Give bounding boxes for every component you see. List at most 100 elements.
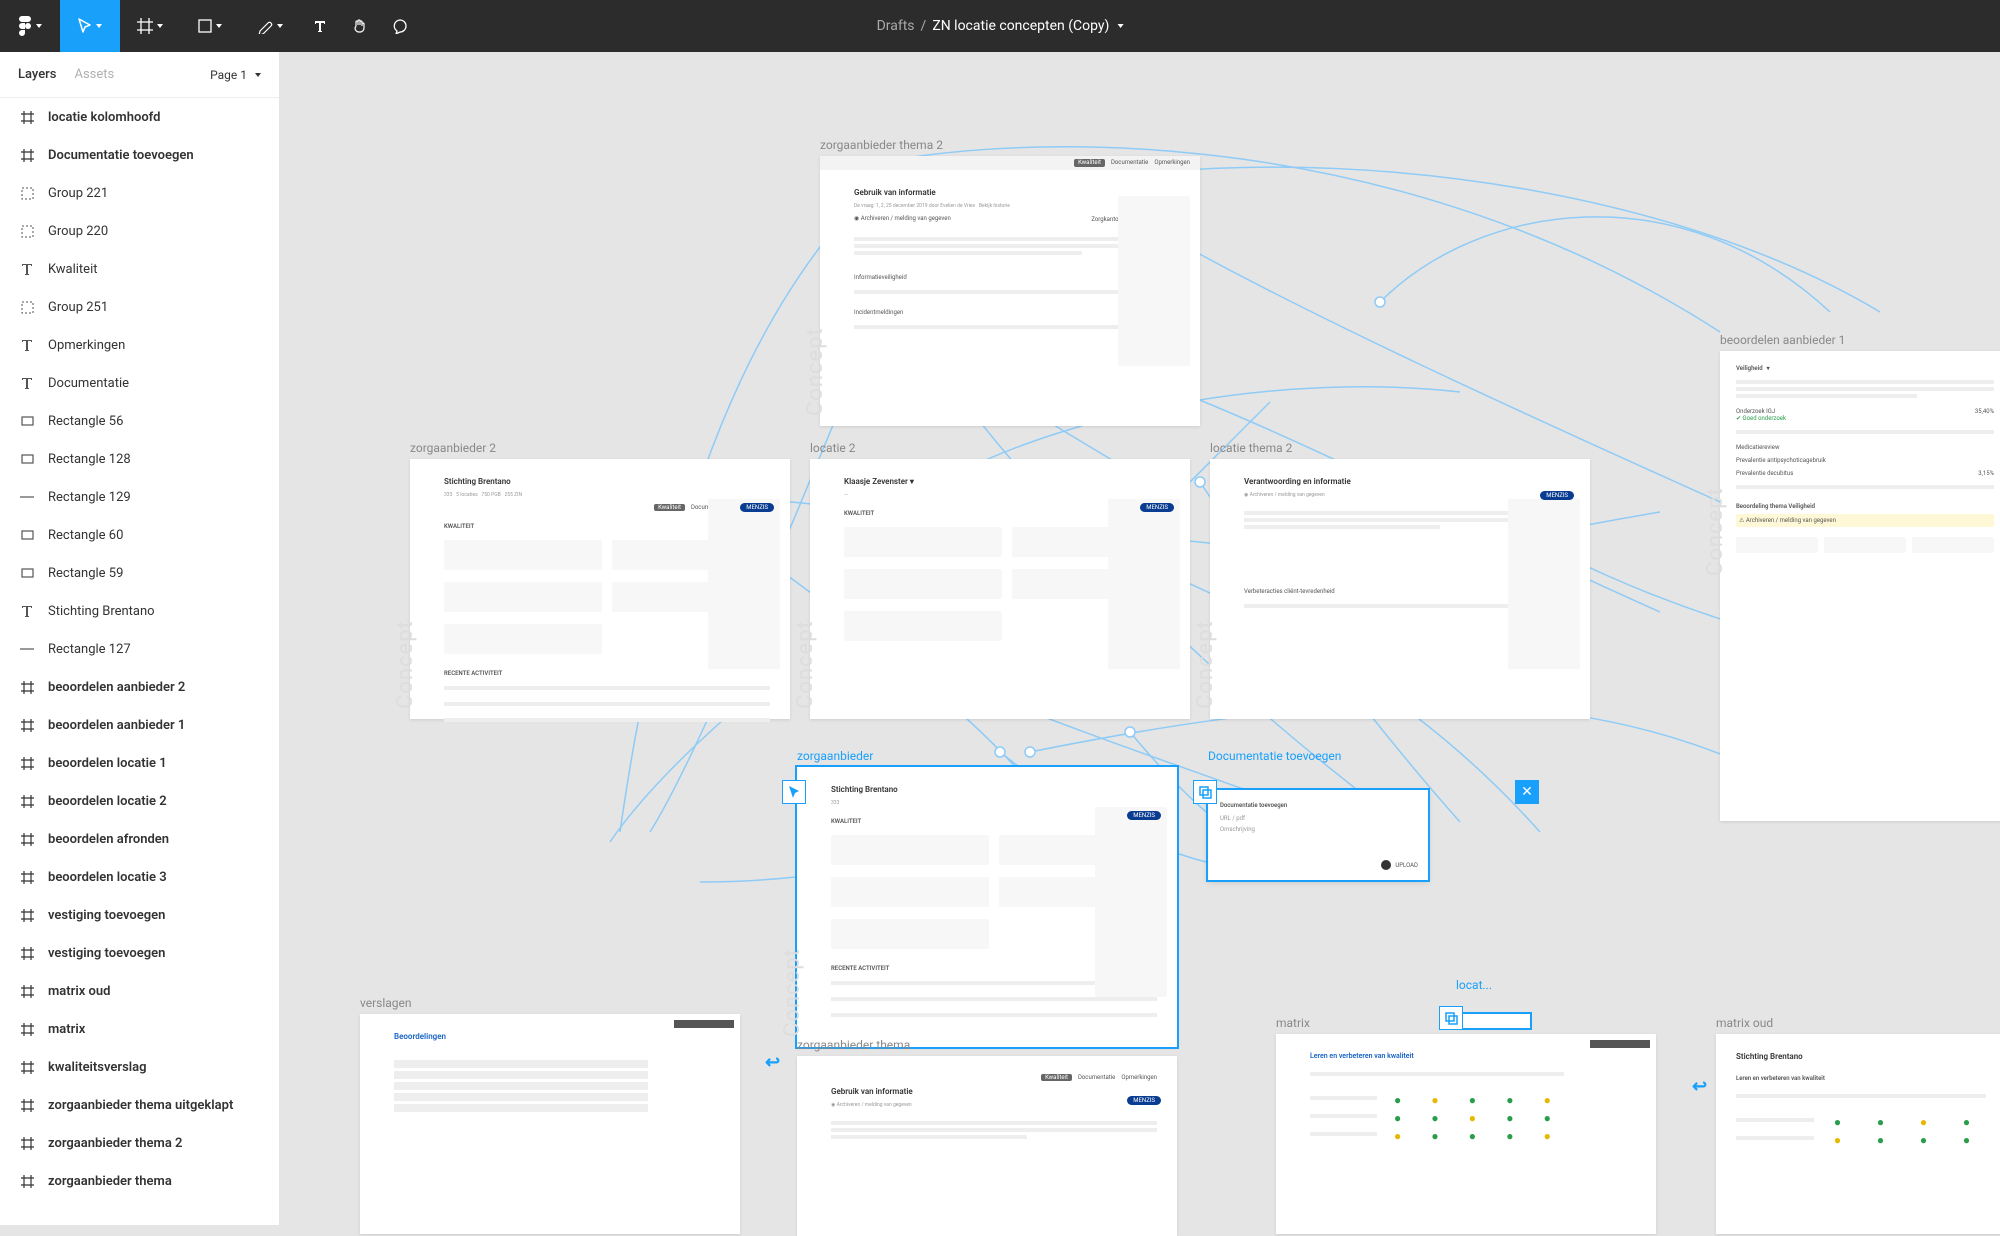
copy-icon[interactable]: [1193, 780, 1217, 804]
frame-label[interactable]: verslagen: [360, 996, 412, 1010]
frame-zorgaanbieder[interactable]: Concept Stichting Brentano 333 KWALITEIT…: [797, 767, 1177, 1047]
chevron-down-icon: [36, 24, 42, 28]
hand-tool-button[interactable]: [340, 0, 380, 52]
tab-assets[interactable]: Assets: [74, 67, 114, 82]
frame-icon: [18, 906, 36, 924]
text-icon: [18, 260, 36, 278]
comment-tool-button[interactable]: [380, 0, 420, 52]
breadcrumb-sep: /: [921, 18, 927, 34]
layer-row[interactable]: zorgaanbieder thema: [0, 1162, 279, 1200]
frame-label[interactable]: locatie 2: [810, 441, 856, 455]
layer-row[interactable]: Kwaliteit: [0, 250, 279, 288]
layer-row[interactable]: Opmerkingen: [0, 326, 279, 364]
frame-locatie-kolomhoofd[interactable]: [1456, 1014, 1530, 1028]
layer-row[interactable]: Rectangle 127: [0, 630, 279, 668]
frame-label[interactable]: beoordelen aanbieder 1: [1720, 333, 1845, 347]
layer-row[interactable]: Group 251: [0, 288, 279, 326]
frame-label[interactable]: locatie thema 2: [1210, 441, 1292, 455]
layer-row[interactable]: Rectangle 129: [0, 478, 279, 516]
text-icon: [18, 336, 36, 354]
layer-row[interactable]: beoordelen aanbieder 2: [0, 668, 279, 706]
shape-tool-button[interactable]: [180, 0, 240, 52]
layer-row[interactable]: Rectangle 59: [0, 554, 279, 592]
layer-row[interactable]: Rectangle 128: [0, 440, 279, 478]
layer-row[interactable]: beoordelen locatie 3: [0, 858, 279, 896]
layer-row[interactable]: matrix: [0, 1010, 279, 1048]
frame-matrix[interactable]: Leren en verbeteren van kwaliteit ●●●●● …: [1276, 1034, 1656, 1234]
layer-label: Rectangle 129: [48, 490, 131, 505]
layer-row[interactable]: beoordelen aanbieder 1: [0, 706, 279, 744]
layer-row[interactable]: beoordelen afronden: [0, 820, 279, 858]
breadcrumb-parent: Drafts: [877, 18, 915, 34]
back-arrow-icon[interactable]: ↩: [1692, 1076, 1707, 1097]
layer-label: Rectangle 127: [48, 642, 131, 657]
frame-beoordelen-aanbieder-1[interactable]: Concept Veiligheid ▾ Onderzoek IGJ35,40%…: [1720, 351, 2000, 821]
layer-label: Rectangle 56: [48, 414, 123, 429]
tab-layers[interactable]: Layers: [18, 67, 56, 82]
frame-zorgaanbieder-2[interactable]: Concept Stichting Brentano 333 5 locatie…: [410, 459, 790, 719]
layer-row[interactable]: zorgaanbieder thema 2: [0, 1124, 279, 1162]
layer-row[interactable]: Documentatie toevoegen: [0, 136, 279, 174]
pen-tool-button[interactable]: [240, 0, 300, 52]
layer-row[interactable]: matrix oud: [0, 972, 279, 1010]
frame-icon: [18, 108, 36, 126]
layer-row[interactable]: vestiging toevoegen: [0, 934, 279, 972]
breadcrumb-file: ZN locatie concepten (Copy): [932, 18, 1109, 34]
layer-label: beoordelen aanbieder 1: [48, 718, 185, 733]
pen-icon: [257, 18, 273, 34]
frame-verslagen[interactable]: Beoordelingen: [360, 1014, 740, 1234]
frame-title: Verantwoording en informatie: [1244, 477, 1570, 486]
frame-label[interactable]: zorgaanbieder thema: [797, 1038, 910, 1052]
frame-label[interactable]: Documentatie toevoegen: [1208, 749, 1341, 763]
canvas[interactable]: zorgaanbieder thema 2 Concept KwaliteitD…: [280, 52, 2000, 1225]
frame-matrix-oud[interactable]: Stichting Brentano Leren en verbeteren v…: [1716, 1034, 2000, 1234]
modal-title: Documentatie toevoegen: [1220, 802, 1416, 809]
back-arrow-icon[interactable]: ↩: [765, 1052, 780, 1073]
breadcrumb[interactable]: Drafts / ZN locatie concepten (Copy): [877, 0, 1124, 52]
move-handle-icon[interactable]: [782, 780, 806, 804]
layer-row[interactable]: Documentatie: [0, 364, 279, 402]
frame-label[interactable]: zorgaanbieder: [797, 749, 873, 763]
layer-row[interactable]: kwaliteitsverslag: [0, 1048, 279, 1086]
layer-row[interactable]: vestiging toevoegen: [0, 896, 279, 934]
chevron-down-icon: [277, 24, 283, 28]
frame-label[interactable]: matrix: [1276, 1016, 1310, 1030]
layer-row[interactable]: Rectangle 60: [0, 516, 279, 554]
move-tool-button[interactable]: [60, 0, 120, 52]
text-tool-button[interactable]: [300, 0, 340, 52]
layer-row[interactable]: beoordelen locatie 1: [0, 744, 279, 782]
frame-locatie-2[interactable]: Concept Klaasje Zevenster ▾ — KWALITEIT …: [810, 459, 1190, 719]
layer-row[interactable]: Group 220: [0, 212, 279, 250]
frame-icon: [18, 716, 36, 734]
frame-label[interactable]: zorgaanbieder thema 2: [820, 138, 943, 152]
text-icon: [313, 19, 327, 33]
layer-label: matrix: [48, 1022, 85, 1037]
close-button[interactable]: ✕: [1515, 780, 1539, 804]
frame-label[interactable]: matrix oud: [1716, 1016, 1773, 1030]
group-icon: [18, 298, 36, 316]
frame-icon: [18, 1134, 36, 1152]
chevron-down-icon: [1117, 24, 1123, 28]
rect-icon: [18, 564, 36, 582]
frame-label[interactable]: locat...: [1456, 978, 1492, 992]
main-menu-button[interactable]: [0, 0, 60, 52]
layer-row[interactable]: Rectangle 56: [0, 402, 279, 440]
layer-row[interactable]: Stichting Brentano: [0, 592, 279, 630]
copy-icon[interactable]: [1439, 1006, 1463, 1030]
frame-tool-button[interactable]: [120, 0, 180, 52]
chevron-down-icon: [255, 73, 261, 77]
frame-label[interactable]: zorgaanbieder 2: [410, 441, 496, 455]
frame-icon: [18, 792, 36, 810]
frame-icon: [18, 1096, 36, 1114]
layer-row[interactable]: beoordelen locatie 2: [0, 782, 279, 820]
page-selector[interactable]: Page 1: [210, 68, 261, 82]
frame-zorgaanbieder-thema[interactable]: KwaliteitDocumentatieOpmerkingen Gebruik…: [797, 1056, 1177, 1236]
frame-icon: [18, 146, 36, 164]
frame-documentatie-toevoegen[interactable]: Documentatie toevoegen URL / pdf Omschri…: [1208, 790, 1428, 880]
layer-row[interactable]: zorgaanbieder thema uitgeklapt: [0, 1086, 279, 1124]
concept-watermark: Concept: [793, 620, 818, 709]
frame-zorgaanbieder-thema-2[interactable]: Concept KwaliteitDocumentatieOpmerkingen…: [820, 156, 1200, 426]
layer-row[interactable]: locatie kolomhoofd: [0, 98, 279, 136]
layer-row[interactable]: Group 221: [0, 174, 279, 212]
frame-locatie-thema-2[interactable]: Concept Verantwoording en informatie ◉ A…: [1210, 459, 1590, 719]
